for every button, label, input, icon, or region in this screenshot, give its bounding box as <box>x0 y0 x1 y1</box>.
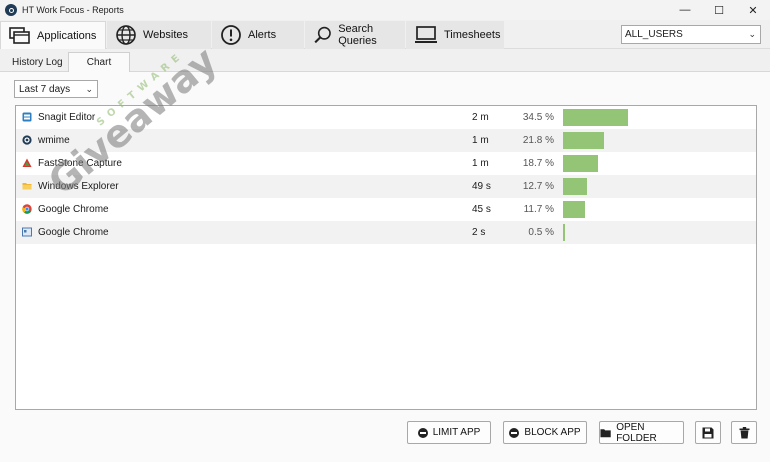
open-folder-button[interactable]: OPEN FOLDER <box>599 421 684 444</box>
app-percent: 34.5 % <box>522 112 554 123</box>
folder-icon <box>600 428 611 437</box>
window-title: HT Work Focus - Reports <box>22 5 124 15</box>
delete-button[interactable] <box>731 421 757 444</box>
app-name: wmime <box>38 135 70 146</box>
trash-icon <box>739 426 749 438</box>
sub-tabs: History Log Chart <box>0 50 770 73</box>
alert-circle-icon <box>221 25 241 45</box>
tab-label: Timesheets <box>444 29 501 41</box>
window-stack-icon <box>9 26 30 44</box>
user-filter-select[interactable]: ALL_USERS ⌄ <box>621 25 761 44</box>
button-label: BLOCK APP <box>524 427 581 438</box>
chrome-icon <box>22 204 32 214</box>
usage-bar <box>563 155 599 172</box>
usage-bar <box>563 224 565 241</box>
usage-bar <box>563 109 628 126</box>
tab-chart[interactable]: Chart <box>68 52 130 73</box>
app-duration: 1 m <box>472 158 489 169</box>
app-duration: 1 m <box>472 135 489 146</box>
tab-label: Applications <box>37 29 97 42</box>
title-bar: HT Work Focus - Reports — ☐ ✕ <box>0 0 770 20</box>
list-item[interactable]: FastStone Capture 1 m 18.7 % <box>16 152 756 175</box>
tab-label: Websites <box>143 29 189 41</box>
faststone-icon <box>22 158 32 167</box>
period-value: Last 7 days <box>19 83 71 95</box>
magnifier-icon <box>314 26 331 44</box>
app-name: Google Chrome <box>38 204 109 215</box>
app-percent: 0.5 % <box>528 227 554 238</box>
app-duration: 49 s <box>472 181 491 192</box>
chevron-down-icon: ⌄ <box>85 84 93 94</box>
folder-icon <box>22 183 32 190</box>
list-item[interactable]: Windows Explorer 49 s 12.7 % <box>16 175 756 198</box>
usage-bar <box>563 132 605 149</box>
app-name: Snagit Editor <box>38 112 96 123</box>
ht-app-icon <box>22 135 32 145</box>
tab-label: Alerts <box>248 29 277 41</box>
tab-history-log[interactable]: History Log <box>6 52 69 72</box>
app-logo-icon <box>5 4 17 16</box>
tab-applications[interactable]: Applications <box>0 21 106 49</box>
list-item[interactable]: Google Chrome 2 s 0.5 % <box>16 221 756 244</box>
block-app-button[interactable]: BLOCK APP <box>503 421 587 444</box>
app-percent: 21.8 % <box>522 135 554 146</box>
close-button[interactable]: ✕ <box>736 0 770 20</box>
app-percent: 12.7 % <box>522 181 554 192</box>
app-name: Google Chrome <box>38 227 109 238</box>
chevron-down-icon: ⌄ <box>748 29 756 39</box>
app-percent: 18.7 % <box>522 158 554 169</box>
usage-bar <box>563 178 587 195</box>
app-percent: 11.7 % <box>523 204 554 215</box>
limit-app-button[interactable]: LIMIT APP <box>407 421 491 444</box>
tab-search-queries[interactable]: Search Queries <box>305 21 405 49</box>
floppy-disk-icon <box>702 427 714 438</box>
snagit-icon <box>22 112 32 122</box>
button-label: LIMIT APP <box>432 427 481 438</box>
usage-bar <box>563 201 586 218</box>
user-filter-value: ALL_USERS <box>625 29 683 40</box>
minimize-button[interactable]: — <box>668 0 702 20</box>
maximize-button[interactable]: ☐ <box>702 0 736 20</box>
save-button[interactable] <box>695 421 721 444</box>
tab-alerts[interactable]: Alerts <box>212 21 304 49</box>
laptop-icon <box>415 26 437 43</box>
window-controls: — ☐ ✕ <box>668 0 770 20</box>
button-label: OPEN FOLDER <box>616 421 657 444</box>
app-window-icon <box>22 227 32 237</box>
tab-label: Search Queries <box>338 23 377 47</box>
app-duration: 2 m <box>472 112 489 123</box>
app-duration: 2 s <box>472 227 486 238</box>
app-duration: 45 s <box>472 204 491 215</box>
globe-icon <box>116 25 136 45</box>
list-item[interactable]: Google Chrome 45 s 11.7 % <box>16 198 756 221</box>
minus-circle-icon <box>509 427 520 438</box>
period-select[interactable]: Last 7 days ⌄ <box>14 80 98 98</box>
minus-circle-icon <box>417 427 428 438</box>
tab-timesheets[interactable]: Timesheets <box>406 21 504 49</box>
